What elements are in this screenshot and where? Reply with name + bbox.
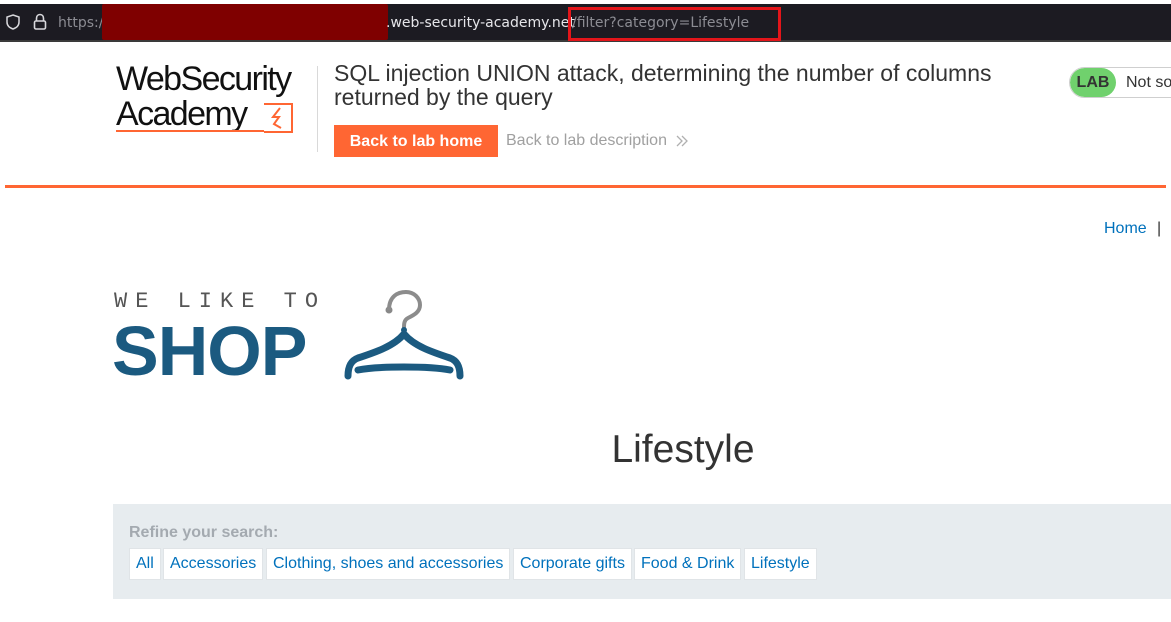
filter-lifestyle[interactable]: Lifestyle: [744, 548, 817, 580]
header-orange-rule: [5, 185, 1166, 188]
redacted-subdomain: [102, 4, 388, 40]
category-title: Lifestyle: [611, 428, 755, 471]
lock-icon[interactable]: [33, 13, 47, 30]
shield-icon[interactable]: [6, 14, 20, 30]
filter-all[interactable]: All: [129, 548, 161, 580]
shop-logo-wordmark: SHOP: [112, 312, 307, 390]
filter-food-drink[interactable]: Food & Drink: [634, 548, 742, 580]
logo-line-websecurity: WebSecurity: [116, 60, 292, 98]
url-path-highlight-box: [568, 7, 781, 41]
nav-home-link[interactable]: Home: [1104, 220, 1147, 238]
url-scheme-text: https:/: [58, 15, 104, 31]
lab-title: SQL injection UNION attack, determining …: [334, 60, 992, 110]
refine-search-label: Refine your search:: [129, 524, 279, 541]
double-chevron-right-icon: [676, 135, 688, 147]
filter-clothing[interactable]: Clothing, shoes and accessories: [266, 548, 511, 580]
url-domain-text: .web-security-academy.net: [386, 15, 575, 31]
lab-badge-label: LAB: [1070, 68, 1116, 97]
hanger-icon: [344, 290, 464, 380]
back-to-lab-description-link[interactable]: Back to lab description: [506, 132, 667, 150]
academy-logo-mark-icon: [264, 103, 293, 133]
header-divider: [317, 66, 318, 152]
back-to-lab-home-button[interactable]: Back to lab home: [334, 125, 498, 157]
lab-status-text: Not solved: [1126, 74, 1171, 91]
shop-logo-tagline: WE LIKE TO: [114, 289, 327, 314]
lab-status-badge: LAB Not solved: [1069, 67, 1171, 98]
filter-accessories[interactable]: Accessories: [163, 548, 264, 580]
filter-corporate-gifts[interactable]: Corporate gifts: [513, 548, 632, 580]
logo-underline: [116, 130, 264, 132]
nav-separator: |: [1157, 220, 1162, 237]
